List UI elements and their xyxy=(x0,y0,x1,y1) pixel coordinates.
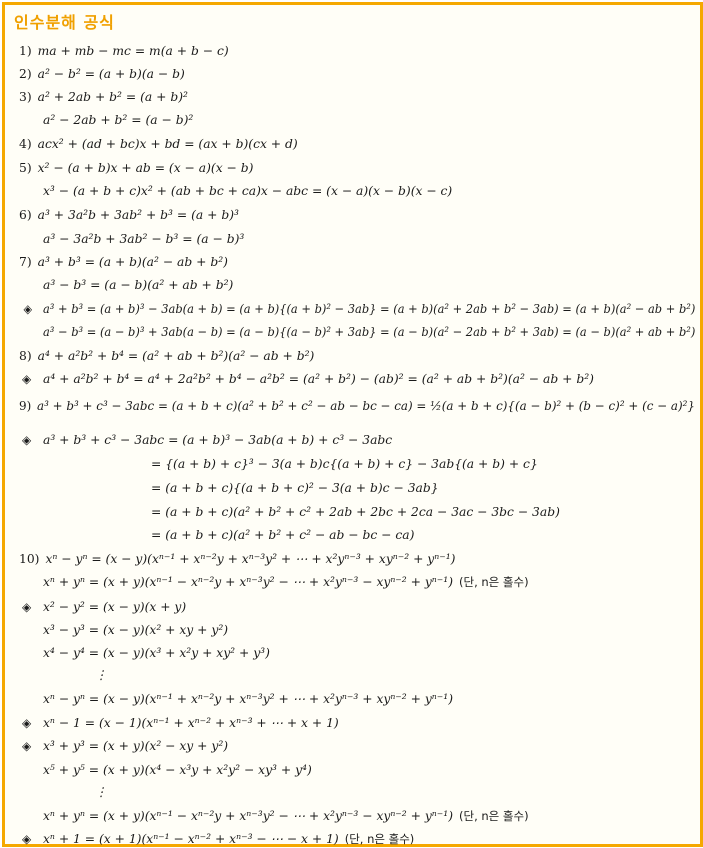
formula-line: = (a + b + c)(a² + b² + c² + 2ab + 2bc +… xyxy=(151,504,560,521)
formula-text: a⁴ + a²b² + b⁴ = (a² + ab + b²)(a² − ab … xyxy=(37,349,315,363)
formula-line: 3) a² + 2ab + b² = (a + b)² xyxy=(19,89,188,106)
formula-line: x³ − y³ = (x − y)(x² + xy + y²) xyxy=(43,622,228,639)
formula-text: = {(a + b) + c}³ − 3(a + b)c{(a + b) + c… xyxy=(151,457,538,471)
formula-number: 5) xyxy=(19,161,32,175)
formula-text: xⁿ + yⁿ = (x + y)(xⁿ⁻¹ − xⁿ⁻²y + xⁿ⁻³y² … xyxy=(43,575,454,589)
formula-line: 1) ma + mb − mc = m(a + b − c) xyxy=(19,43,229,60)
condition-note: (단, n은 홀수) xyxy=(459,575,529,589)
formula-text: xⁿ + 1 = (x + 1)(xⁿ⁻¹ − xⁿ⁻² + xⁿ⁻³ − ⋯ … xyxy=(43,832,339,846)
formula-text: x² − y² = (x − y)(x + y) xyxy=(43,600,187,614)
formula-line: = (a + b + c)(a² + b² + c² − ab − bc − c… xyxy=(151,527,414,544)
formula-text: a⁴ + a²b² + b⁴ = a⁴ + 2a²b² + b⁴ − a²b² … xyxy=(43,372,594,386)
formula-text: xⁿ − 1 = (x − 1)(xⁿ⁻¹ + xⁿ⁻² + xⁿ⁻³ + ⋯ … xyxy=(43,716,339,730)
formula-line: x³ − (a + b + c)x² + (ab + bc + ca)x − a… xyxy=(43,183,452,200)
formula-text: xⁿ + yⁿ = (x + y)(xⁿ⁻¹ − xⁿ⁻²y + xⁿ⁻³y² … xyxy=(43,809,454,823)
formula-line: ⋮ xyxy=(95,667,107,684)
formula-line: 5) x² − (a + b)x + ab = (x − a)(x − b) xyxy=(19,160,253,177)
formula-text: ma + mb − mc = m(a + b − c) xyxy=(37,44,229,58)
diamond-bullet-icon: ◈ xyxy=(22,433,32,447)
formula-text: a² − b² = (a + b)(a − b) xyxy=(37,67,185,81)
formula-line: 4) acx² + (ad + bc)x + bd = (ax + b)(cx +… xyxy=(19,136,298,153)
formula-line: xⁿ + yⁿ = (x + y)(xⁿ⁻¹ − xⁿ⁻²y + xⁿ⁻³y² … xyxy=(43,574,529,591)
formula-text: acx² + (ad + bc)x + bd = (ax + b)(cx + d… xyxy=(37,137,298,151)
formula-text: = (a + b + c){(a + b + c)² − 3(a + b)c −… xyxy=(151,481,439,495)
formula-text: ⋮ xyxy=(95,785,108,799)
formula-text: xⁿ − yⁿ = (x − y)(xⁿ⁻¹ + xⁿ⁻²y + xⁿ⁻³y² … xyxy=(43,692,454,706)
formula-line: xⁿ + yⁿ = (x + y)(xⁿ⁻¹ − xⁿ⁻²y + xⁿ⁻³y² … xyxy=(43,808,529,825)
formula-text: x³ − y³ = (x − y)(x² + xy + y²) xyxy=(43,623,229,637)
formula-text: a³ + b³ + c³ − 3abc = (a + b)³ − 3ab(a +… xyxy=(43,433,393,447)
formula-text: x⁵ + y⁵ = (x + y)(x⁴ − x³y + x²y² − xy³ … xyxy=(43,763,312,777)
page-title: 인수분해 공식 xyxy=(14,13,115,32)
formula-line: ◈ xⁿ + 1 = (x + 1)(xⁿ⁻¹ − xⁿ⁻² + xⁿ⁻³ − ⋯… xyxy=(22,831,415,848)
formula-number: 8) xyxy=(19,349,32,363)
formula-text: a² − 2ab + b² = (a − b)² xyxy=(43,113,194,127)
formula-line: a³ − b³ = (a − b)³ + 3ab(a − b) = (a − b… xyxy=(43,324,695,341)
formula-line: 9) a³ + b³ + c³ − 3abc = (a + b + c)(a² +… xyxy=(19,398,695,415)
formula-text: a³ − 3a²b + 3ab² − b³ = (a − b)³ xyxy=(43,232,245,246)
diamond-bullet-icon: ◈ xyxy=(22,600,32,614)
formula-line: = (a + b + c){(a + b + c)² − 3(a + b)c −… xyxy=(151,480,439,497)
formula-line: a³ − 3a²b + 3ab² − b³ = (a − b)³ xyxy=(43,231,244,248)
formula-text: a³ − b³ = (a − b)(a² + ab + b²) xyxy=(43,278,234,292)
formula-number: 7) xyxy=(19,255,32,269)
formula-text: a² + 2ab + b² = (a + b)² xyxy=(37,90,188,104)
formula-text: xⁿ − yⁿ = (x − y)(xⁿ⁻¹ + xⁿ⁻²y + xⁿ⁻³y² … xyxy=(45,552,456,566)
formula-line: ◈ a³ + b³ = (a + b)³ − 3ab(a + b) = (a + … xyxy=(23,301,696,318)
formula-line: ◈ a⁴ + a²b² + b⁴ = a⁴ + 2a²b² + b⁴ − a²b²… xyxy=(22,371,594,388)
condition-note: (단, n은 홀수) xyxy=(344,832,415,846)
formula-number: 1) xyxy=(19,44,32,58)
formula-number: 3) xyxy=(19,90,32,104)
formula-number: 6) xyxy=(19,208,32,222)
formula-line: 8) a⁴ + a²b² + b⁴ = (a² + ab + b²)(a² − a… xyxy=(19,348,314,365)
formula-line: xⁿ − yⁿ = (x − y)(xⁿ⁻¹ + xⁿ⁻²y + xⁿ⁻³y² … xyxy=(43,691,453,708)
formula-number: 9) xyxy=(19,399,32,413)
formula-text: a³ − b³ = (a − b)³ + 3ab(a − b) = (a − b… xyxy=(43,325,696,339)
diamond-bullet-icon: ◈ xyxy=(23,302,33,316)
formula-number: 10) xyxy=(19,552,40,566)
formula-text: x³ − (a + b + c)x² + (ab + bc + ca)x − a… xyxy=(43,184,453,198)
diamond-bullet-icon: ◈ xyxy=(22,372,32,386)
formula-text: a³ + 3a²b + 3ab² + b³ = (a + b)³ xyxy=(37,208,239,222)
formula-line: 6) a³ + 3a²b + 3ab² + b³ = (a + b)³ xyxy=(19,207,239,224)
formula-text: x² − (a + b)x + ab = (x − a)(x − b) xyxy=(37,161,254,175)
formula-line: ◈ x² − y² = (x − y)(x + y) xyxy=(22,599,187,616)
formula-text: a³ + b³ = (a + b)(a² − ab + b²) xyxy=(37,255,228,269)
formula-line: x⁴ − y⁴ = (x − y)(x³ + x²y + xy² + y³) xyxy=(43,645,270,662)
formula-panel: 인수분해 공식 1) ma + mb − mc = m(a + b − c) 2) a… xyxy=(2,2,703,847)
formula-line: 2) a² − b² = (a + b)(a − b) xyxy=(19,66,185,83)
diamond-bullet-icon: ◈ xyxy=(22,832,32,846)
formula-line: ⋮ xyxy=(95,784,107,801)
formula-text: a³ + b³ + c³ − 3abc = (a + b + c)(a² + b… xyxy=(37,399,695,413)
formula-text: = (a + b + c)(a² + b² + c² + 2ab + 2bc +… xyxy=(151,505,560,519)
formula-text: = (a + b + c)(a² + b² + c² − ab − bc − c… xyxy=(151,528,415,542)
formula-line: = {(a + b) + c}³ − 3(a + b)c{(a + b) + c… xyxy=(151,456,538,473)
formula-text: x³ + y³ = (x + y)(x² − xy + y²) xyxy=(43,739,229,753)
diamond-bullet-icon: ◈ xyxy=(22,716,32,730)
formula-text: x⁴ − y⁴ = (x − y)(x³ + x²y + xy² + y³) xyxy=(43,646,270,660)
formula-text: a³ + b³ = (a + b)³ − 3ab(a + b) = (a + b… xyxy=(43,302,696,316)
formula-line: a³ − b³ = (a − b)(a² + ab + b²) xyxy=(43,277,233,294)
formula-line: ◈ xⁿ − 1 = (x − 1)(xⁿ⁻¹ + xⁿ⁻² + xⁿ⁻³ + ⋯… xyxy=(22,715,339,732)
formula-line: x⁵ + y⁵ = (x + y)(x⁴ − x³y + x²y² − xy³ … xyxy=(43,762,312,779)
formula-line: a² − 2ab + b² = (a − b)² xyxy=(43,112,193,129)
formula-line: 7) a³ + b³ = (a + b)(a² − ab + b²) xyxy=(19,254,228,271)
formula-text: ⋮ xyxy=(95,668,108,682)
formula-number: 2) xyxy=(19,67,32,81)
formula-line: ◈ x³ + y³ = (x + y)(x² − xy + y²) xyxy=(22,738,229,755)
diamond-bullet-icon: ◈ xyxy=(22,739,32,753)
formula-line: ◈ a³ + b³ + c³ − 3abc = (a + b)³ − 3ab(a … xyxy=(22,432,393,449)
formula-number: 4) xyxy=(19,137,32,151)
formula-line: 10) xⁿ − yⁿ = (x − y)(xⁿ⁻¹ + xⁿ⁻²y + xⁿ⁻³… xyxy=(19,551,455,568)
condition-note: (단, n은 홀수) xyxy=(459,809,529,823)
